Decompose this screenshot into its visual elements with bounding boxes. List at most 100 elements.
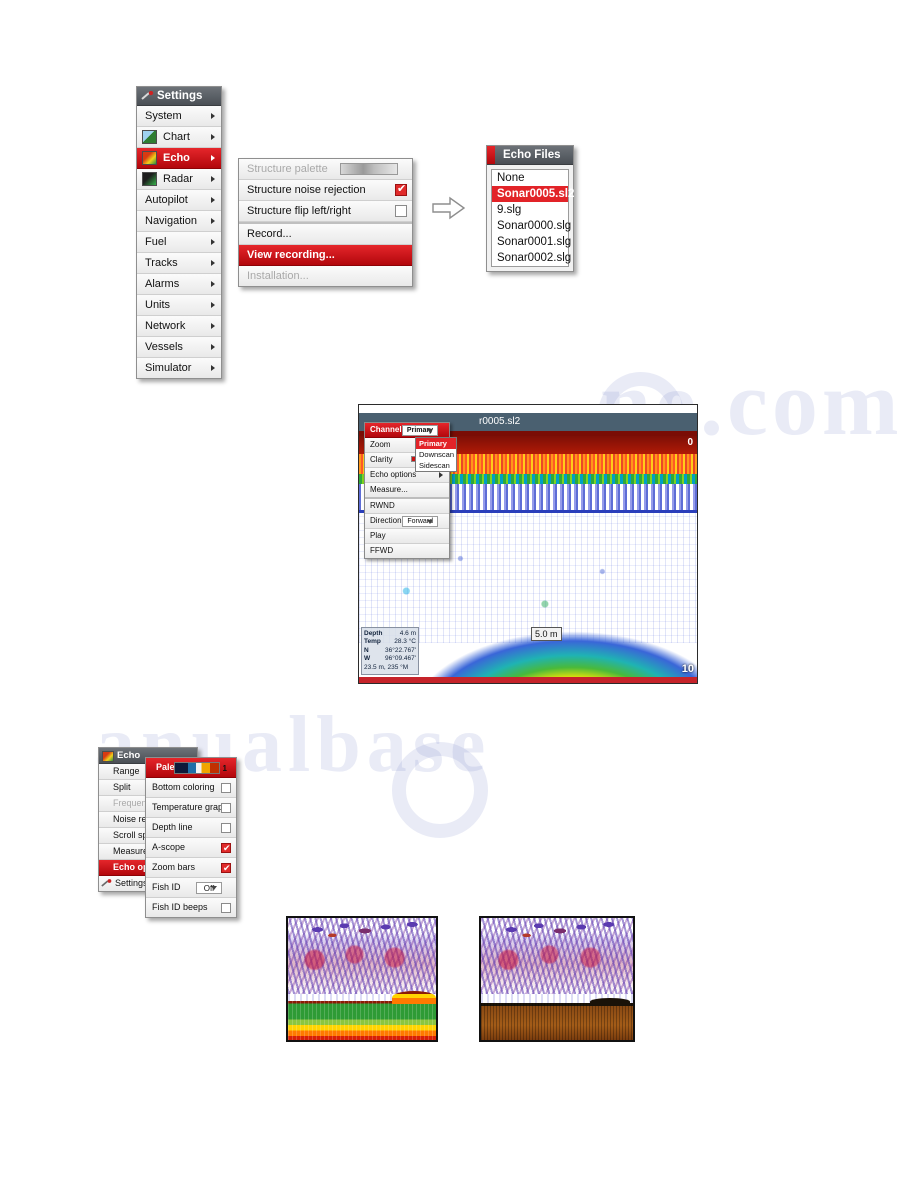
radar-icon — [142, 172, 157, 186]
sidebar-item-label: Simulator — [145, 362, 192, 374]
sidebar-item-navigation[interactable]: Navigation — [137, 211, 221, 232]
list-item[interactable]: Sonar0002.slg — [492, 250, 571, 266]
overlay-value: 36°22.767' — [385, 646, 416, 654]
list-item[interactable]: Sonar0000.slg — [492, 218, 571, 234]
menu-item-fish-id-beeps[interactable]: Fish ID beeps — [146, 898, 236, 917]
menu-item-a-scope[interactable]: A-scope — [146, 838, 236, 858]
echo-menu-title: Echo — [117, 750, 141, 761]
sidebar-item-autopilot[interactable]: Autopilot — [137, 190, 221, 211]
sonar-bottom-colored — [481, 998, 633, 1040]
sidebar-item-radar[interactable]: Radar — [137, 169, 221, 190]
range-zero-label: 0 — [687, 437, 693, 448]
list-item[interactable]: Sonar0001.slg — [492, 234, 571, 250]
menu-item-channel[interactable]: Channel Primary — [365, 423, 449, 438]
sonar-data-overlay: Depth 4.6 m Temp 28.3 °C N 36°22.767' W … — [361, 626, 419, 675]
menu-item-structure-noise-rejection[interactable]: Structure noise rejection — [239, 180, 412, 201]
sidebar-item-network[interactable]: Network — [137, 316, 221, 337]
sidebar-item-vessels[interactable]: Vessels — [137, 337, 221, 358]
menu-item-measure[interactable]: Measure... — [365, 483, 449, 499]
overlay-key: Depth — [364, 629, 383, 637]
checkbox-temperature-graph[interactable] — [221, 802, 231, 813]
overlay-row: W 96°09.467' — [364, 655, 416, 664]
menu-item-depth-line[interactable]: Depth line — [146, 818, 236, 838]
menu-item-label: Temperature graph — [152, 802, 229, 812]
dropdown-option-downscan[interactable]: Downscan — [416, 449, 456, 460]
list-item[interactable]: None — [492, 170, 568, 186]
overlay-key: Temp — [364, 638, 381, 645]
menu-item-record[interactable]: Record... — [239, 222, 412, 245]
menu-item-label: Bottom coloring — [152, 782, 215, 792]
sonar-bottom-band — [359, 677, 697, 683]
channel-dropdown-list: Primary Downscan Sidescan — [415, 437, 457, 472]
echo-icon — [102, 751, 114, 762]
overlay-value: 28.3 °C — [394, 638, 416, 645]
menu-item-label: RWND — [370, 501, 395, 510]
sonar-bottom-rainbow — [288, 990, 436, 1040]
checkbox-structure-flip[interactable] — [395, 205, 407, 217]
fish-id-dropdown-value[interactable]: Off — [196, 881, 222, 894]
sidebar-item-label: Network — [145, 320, 186, 332]
sidebar-item-label: Fuel — [145, 236, 167, 248]
menu-item-label: Echo options — [370, 470, 417, 479]
sidebar-item-label: Autopilot — [145, 194, 188, 206]
list-item-selected[interactable]: Sonar0005.sl2 — [492, 186, 574, 202]
menu-item-label: Installation... — [247, 270, 309, 282]
bottom-coloring-off-example — [286, 916, 438, 1042]
menu-item-label: Zoom — [370, 440, 391, 449]
sidebar-item-simulator[interactable]: Simulator — [137, 358, 221, 378]
sidebar-item-echo[interactable]: Echo — [137, 148, 221, 169]
direction-dropdown-value[interactable]: Forward — [402, 516, 438, 527]
dropdown-option-sidescan[interactable]: Sidescan — [416, 460, 456, 471]
sidebar-item-fuel[interactable]: Fuel — [137, 232, 221, 253]
dropdown-option-primary[interactable]: Primary — [416, 438, 456, 449]
channel-dropdown-value[interactable]: Primary — [401, 425, 438, 436]
checkbox-zoom-bars[interactable] — [221, 862, 231, 873]
menu-item-zoom-bars[interactable]: Zoom bars — [146, 858, 236, 878]
bottom-coloring-on-example — [479, 916, 635, 1042]
list-item[interactable]: 9.slg — [492, 202, 568, 218]
sidebar-item-system[interactable]: System — [137, 106, 221, 127]
menu-item-label: Direction — [370, 516, 402, 525]
sidebar-item-label: Navigation — [145, 215, 197, 227]
checkbox-depth-line[interactable] — [221, 822, 231, 833]
depth-flag-label: 5.0 m — [531, 627, 562, 641]
menu-item-ffwd[interactable]: FFWD — [365, 544, 449, 558]
menu-item-bottom-coloring[interactable]: Bottom coloring — [146, 778, 236, 798]
menu-item-structure-flip[interactable]: Structure flip left/right — [239, 201, 412, 222]
menu-item-fish-id[interactable]: Fish ID Off — [146, 878, 236, 898]
overlay-value: 23.5 m, 235 °M — [364, 663, 409, 671]
menu-item-label: Structure flip left/right — [247, 205, 351, 217]
settings-menu-header: Settings — [137, 87, 221, 106]
overlay-row: N 36°22.767' — [364, 647, 416, 656]
menu-item-play[interactable]: Play — [365, 529, 449, 544]
palette-preview-icon — [174, 761, 220, 774]
echo-settings-submenu: Structure palette Structure noise reject… — [238, 158, 413, 287]
sidebar-item-alarms[interactable]: Alarms — [137, 274, 221, 295]
overlay-row: Temp 28.3 °C — [364, 638, 416, 647]
right-arrow-icon — [432, 196, 466, 220]
menu-item-palette[interactable]: Palette 1 — [146, 758, 236, 778]
overlay-value: 4.6 m — [399, 629, 416, 637]
echo-icon — [142, 151, 157, 165]
sidebar-item-chart[interactable]: Chart — [137, 127, 221, 148]
menu-item-label: View recording... — [247, 249, 335, 261]
palette-value: 1 — [222, 763, 227, 773]
menu-item-label: Fish ID — [152, 882, 181, 892]
menu-item-direction[interactable]: Direction Forward — [365, 514, 449, 529]
sidebar-item-units[interactable]: Units — [137, 295, 221, 316]
menu-item-label: Channel — [370, 425, 402, 434]
sidebar-item-tracks[interactable]: Tracks — [137, 253, 221, 274]
menu-item-label: A-scope — [152, 842, 186, 852]
range-scale-label: 10 — [681, 663, 694, 675]
menu-item-view-recording[interactable]: View recording... — [239, 245, 412, 266]
checkbox-structure-noise-rejection[interactable] — [395, 183, 407, 196]
checkbox-fish-id-beeps[interactable] — [221, 902, 231, 913]
menu-item-structure-palette[interactable]: Structure palette — [239, 159, 412, 180]
overlay-row: Depth 4.6 m — [364, 630, 416, 639]
menu-item-rwnd[interactable]: RWND — [365, 499, 449, 514]
menu-item-installation[interactable]: Installation... — [239, 266, 412, 286]
settings-menu: Settings System Chart Echo Radar Autopil… — [136, 86, 222, 379]
checkbox-a-scope[interactable] — [221, 842, 231, 853]
menu-item-temperature-graph[interactable]: Temperature graph — [146, 798, 236, 818]
checkbox-bottom-coloring[interactable] — [221, 782, 231, 793]
